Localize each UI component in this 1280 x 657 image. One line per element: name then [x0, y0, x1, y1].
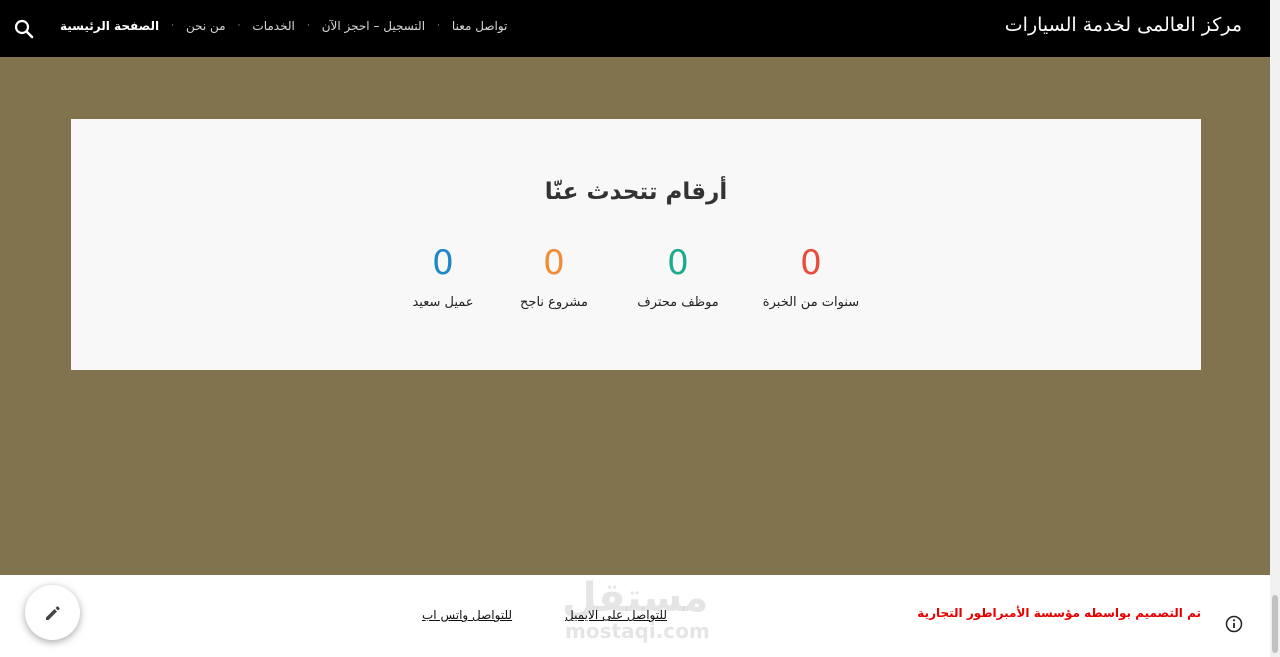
stat-label: عميل سعيد [412, 295, 474, 310]
site-title[interactable]: مركز العالمى لخدمة السيارات [1005, 14, 1242, 36]
nav-item-contact[interactable]: تواصل معنا [452, 19, 507, 33]
stats-section: أرقام تتحدث عنّا 0 سنوات من الخبرة 0 موظ… [71, 119, 1201, 370]
nav-item-home[interactable]: الصفحة الرئيسية [60, 19, 159, 33]
watermark-url: mostaqi.com [565, 619, 710, 643]
nav-separator: · [171, 21, 174, 31]
footer: مستقل mostaqi.com تم التصميم بواسطه مؤسس… [0, 575, 1270, 657]
whatsapp-contact-link[interactable]: للتواصل واتس اب [422, 608, 512, 622]
nav-item-services[interactable]: الخدمات [252, 19, 294, 33]
stats-heading: أرقام تتحدث عنّا [544, 179, 728, 205]
email-contact-link[interactable]: للتواصل على الايميل [565, 608, 667, 622]
nav-separator: · [237, 21, 241, 31]
scrollbar-thumb[interactable] [1272, 595, 1278, 653]
nav-item-about[interactable]: من نحن [186, 19, 226, 33]
nav-separator: · [306, 21, 310, 31]
pencil-icon [45, 605, 60, 620]
nav-item-register[interactable]: التسجيل – احجز الآن [322, 19, 425, 33]
top-navbar: مركز العالمى لخدمة السيارات الصفحة الرئي… [0, 0, 1270, 57]
stat-clients: 0 عميل سعيد [358, 243, 528, 310]
main-nav: الصفحة الرئيسية · من نحن · الخدمات · الت… [60, 19, 507, 33]
edit-fab-button[interactable] [25, 585, 80, 640]
stat-value: 0 [432, 243, 454, 283]
page-scrollbar[interactable] [1270, 0, 1280, 657]
search-icon[interactable] [14, 19, 34, 39]
info-icon[interactable] [1225, 615, 1243, 633]
design-credit: تم التصميم بواسطه مؤسسة الأمبراطور التجا… [917, 606, 1201, 620]
nav-separator: · [437, 21, 440, 31]
